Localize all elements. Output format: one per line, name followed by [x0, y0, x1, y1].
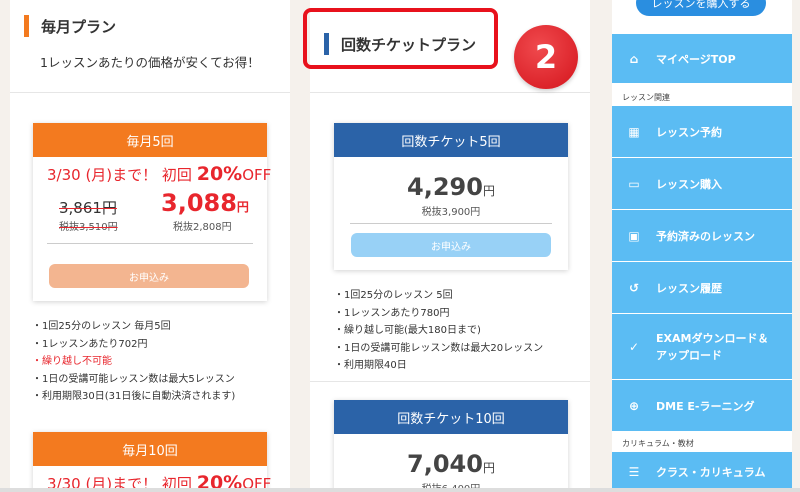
sidebar-item-dme[interactable]: ⊕ DME E-ラーニング — [612, 380, 792, 432]
list-item: 1レッスンあたり702円 — [32, 336, 235, 354]
sidebar-item-label-group: EXAMダウンロード＆ アップロード — [656, 330, 768, 364]
check-icon: ✓ — [628, 339, 640, 354]
sidebar-item-label: EXAMダウンロード＆ — [656, 331, 769, 345]
monthly-5-price-row: 3,861円 税抜3,510円 3,088円 税抜2,808円 — [33, 185, 267, 243]
orange-accent-bar — [24, 15, 29, 37]
list-item: 1回25分のレッスン 5回 — [334, 287, 543, 305]
sidebar-section-curriculum: カリキュラム・教材 — [622, 439, 694, 448]
sidebar: レッスンを購入する ⌂ マイページTOP レッスン関連 ▦ レッスン予約 ▭ レ… — [612, 0, 792, 492]
sidebar-item-label: クラス・カリキュラム — [656, 465, 766, 479]
divider — [47, 243, 253, 244]
list-icon: ☰ — [628, 464, 640, 479]
list-item: 1日の受講可能レッスン数は最大5レッスン — [32, 371, 235, 389]
sidebar-item-label: マイページTOP — [656, 52, 736, 66]
annotation-step-number: 2 — [514, 25, 578, 89]
globe-icon: ⊕ — [628, 398, 640, 413]
sidebar-item-label: レッスン予約 — [656, 125, 722, 139]
annotation-highlight-box — [303, 8, 498, 69]
ticket-5-feature-list: 1回25分のレッスン 5回 1レッスンあたり780円 繰り越し可能(最大180日… — [334, 287, 543, 375]
monthly-10-card: 毎月10回 3/30 (月)まで！ 初回 20%OFF — [33, 432, 271, 492]
calendar-check-icon: ▣ — [628, 228, 640, 243]
ticket-5-card-header: 回数チケット5回 — [334, 123, 568, 157]
old-tax-price: 税抜3,510円 — [59, 222, 118, 233]
sidebar-section-lessons: レッスン関連 — [622, 93, 670, 102]
new-price: 3,088円 — [161, 189, 249, 217]
list-item: 繰り越し可能(最大180日まで) — [334, 322, 543, 340]
ticket-5-tax: 税抜3,900円 — [421, 207, 481, 218]
sidebar-item-history[interactable]: ↺ レッスン履歴 — [612, 262, 792, 314]
list-item: 1回25分のレッスン 毎月5回 — [32, 318, 235, 336]
monthly-5-card-header: 毎月5回 — [33, 123, 267, 157]
monthly-5-card: 毎月5回 3/30 (月)まで！ 初回 20%OFF 3,861円 税抜3,51… — [33, 123, 271, 301]
old-price: 3,861円 — [59, 199, 117, 217]
monthly-5-feature-list: 1回25分のレッスン 毎月5回 1レッスンあたり702円 繰り越し不可能 1日の… — [32, 318, 235, 406]
ticket-5-price-value: 4,290 — [407, 173, 483, 201]
list-item: 利用期限30日(31日後に自動決済されます) — [32, 388, 235, 406]
ticket-5-price-unit: 円 — [482, 184, 495, 198]
monthly-5-apply-button[interactable]: お申込み — [49, 264, 249, 288]
sidebar-item-label: DME E-ラーニング — [656, 399, 755, 413]
home-icon: ⌂ — [629, 51, 639, 66]
monthly-plan-title: 毎月プラン — [41, 17, 117, 36]
ticket-10-card-header: 回数チケット10回 — [334, 400, 568, 434]
sidebar-item-label: レッスン購入 — [656, 177, 722, 191]
promo-prefix: 3/30 (月)まで！ 初回 — [47, 166, 192, 184]
calendar-icon: ▦ — [628, 124, 640, 139]
monthly-plan-subtitle: 1レッスンあたりの価格が安くてお得！ — [40, 55, 260, 70]
ticket-10-card: 回数チケット10回 7,040円 税抜6,400円 — [334, 400, 568, 492]
promo-percent: 20% — [196, 163, 243, 185]
monthly-10-card-header: 毎月10回 — [33, 432, 267, 466]
new-price-value: 3,088 — [161, 189, 237, 217]
buy-lesson-button[interactable]: レッスンを購入する — [636, 0, 766, 16]
divider — [350, 223, 552, 224]
ticket-10-price-value: 7,040 — [407, 450, 483, 478]
sidebar-item-exam[interactable]: ✓ EXAMダウンロード＆ アップロード — [612, 314, 792, 380]
history-icon: ↺ — [628, 280, 640, 295]
promo-off: OFF — [242, 166, 272, 184]
ticket-5-price: 4,290円 — [334, 173, 568, 201]
sidebar-item-reserved[interactable]: ▣ 予約済みのレッスン — [612, 210, 792, 262]
sidebar-item-class[interactable]: ☰ クラス・カリキュラム — [612, 452, 792, 492]
sidebar-item-label: アップロード — [656, 348, 722, 362]
sidebar-item-label: 予約済みのレッスン — [656, 229, 755, 243]
list-item: 1日の受講可能レッスン数は最大20レッスン — [334, 340, 543, 358]
bottom-scroll-strip — [0, 488, 800, 492]
ticket-5-apply-button[interactable]: お申込み — [351, 233, 551, 257]
new-tax-price: 税抜2,808円 — [173, 222, 232, 233]
ticket-5-card: 回数チケット5回 4,290円 税抜3,900円 お申込み — [334, 123, 568, 270]
monthly-plan-header: 毎月プラン — [10, 0, 290, 52]
sidebar-item-purchase[interactable]: ▭ レッスン購入 — [612, 158, 792, 210]
ticket-10-price: 7,040円 — [334, 450, 568, 478]
list-item: 利用期限40日 — [334, 357, 543, 375]
sidebar-item-label: レッスン履歴 — [656, 281, 722, 295]
divider — [310, 381, 590, 382]
sidebar-item-mypage[interactable]: ⌂ マイページTOP — [612, 34, 792, 84]
monthly-5-promo: 3/30 (月)まで！ 初回 20%OFF — [33, 157, 271, 185]
sidebar-item-reserve[interactable]: ▦ レッスン予約 — [612, 106, 792, 158]
list-item: 繰り越し不可能 — [32, 353, 235, 371]
divider — [310, 92, 590, 93]
divider — [10, 92, 290, 93]
card-icon: ▭ — [628, 176, 640, 191]
list-item: 1レッスンあたり780円 — [334, 305, 543, 323]
new-price-unit: 円 — [236, 200, 249, 214]
ticket-10-price-unit: 円 — [482, 461, 495, 475]
